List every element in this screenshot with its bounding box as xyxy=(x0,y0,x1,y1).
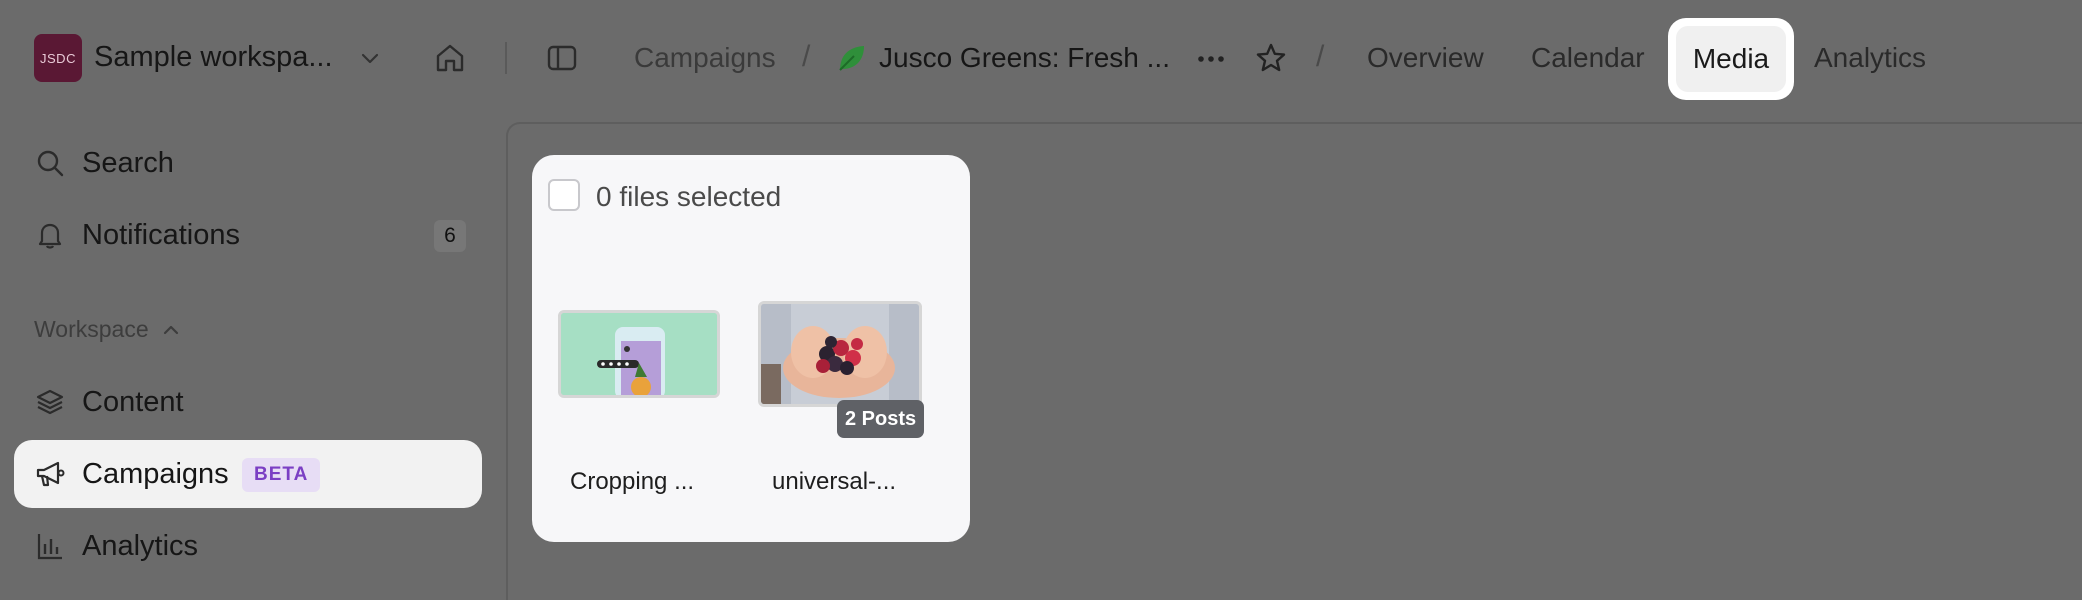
media-thumbnail-1[interactable] xyxy=(558,310,720,398)
media-library-card: 0 files selected 2 Posts Cropping ... un… xyxy=(532,155,970,542)
workspace-name[interactable]: Sample workspa... xyxy=(94,41,333,74)
media-file-name-2: universal-... xyxy=(772,468,897,495)
sidebar-search-label: Search xyxy=(82,146,174,179)
sidebar-item-analytics[interactable]: Analytics xyxy=(34,524,198,568)
tab-media-label: Media xyxy=(1676,26,1786,92)
layers-icon xyxy=(36,389,64,415)
bell-icon xyxy=(38,223,62,249)
selection-count-label: 0 files selected xyxy=(596,181,782,212)
workspace-section-header[interactable]: Workspace xyxy=(34,316,181,343)
workspace-section-label: Workspace xyxy=(34,316,149,342)
media-thumbnail-2[interactable] xyxy=(758,301,922,407)
cropping-image-icon xyxy=(561,313,717,395)
select-all-checkbox[interactable] xyxy=(548,179,580,211)
sidebar-item-content[interactable]: Content xyxy=(34,380,184,424)
more-horizontal-icon[interactable] xyxy=(1194,42,1228,76)
leaf-icon xyxy=(839,46,864,71)
bar-chart-icon xyxy=(37,534,62,560)
home-icon[interactable] xyxy=(433,41,467,75)
notifications-count-badge: 6 xyxy=(434,220,466,252)
top-bar: JSDC Sample workspa... Campaigns / Jusco… xyxy=(0,0,2082,118)
sidebar-notifications-label: Notifications xyxy=(82,218,240,251)
sidebar-notifications[interactable]: Notifications xyxy=(34,213,240,257)
sidebar-item-campaigns-label: Campaigns xyxy=(82,457,229,490)
tab-calendar[interactable]: Calendar xyxy=(1531,42,1645,74)
berries-image-icon xyxy=(761,304,919,404)
sidebar-item-analytics-label: Analytics xyxy=(82,529,199,562)
sidebar-item-campaigns[interactable]: Campaigns xyxy=(34,452,229,496)
megaphone-icon xyxy=(36,461,65,487)
media-file-name-1: Cropping ... xyxy=(570,468,695,495)
tab-overview[interactable]: Overview xyxy=(1367,42,1484,74)
breadcrumb-separator: / xyxy=(802,40,811,73)
tab-analytics[interactable]: Analytics xyxy=(1814,42,1926,74)
tab-media[interactable]: Media xyxy=(1668,18,1794,100)
beta-badge: BETA xyxy=(242,458,321,492)
workspace-logo[interactable]: JSDC xyxy=(34,34,82,82)
search-icon xyxy=(37,150,64,177)
breadcrumb-campaigns[interactable]: Campaigns xyxy=(634,42,776,74)
posts-count-badge: 2 Posts xyxy=(837,400,925,438)
chevron-down-icon[interactable] xyxy=(358,46,382,70)
breadcrumb-campaign-name[interactable]: Jusco Greens: Fresh ... xyxy=(879,42,1170,74)
breadcrumb-separator: / xyxy=(1316,40,1325,73)
sidebar-toggle-icon[interactable] xyxy=(545,41,579,75)
sidebar-item-content-label: Content xyxy=(82,385,184,418)
star-icon[interactable] xyxy=(1254,41,1288,75)
divider xyxy=(505,42,507,74)
chevron-up-icon xyxy=(163,325,178,334)
sidebar-search[interactable]: Search xyxy=(34,141,174,185)
